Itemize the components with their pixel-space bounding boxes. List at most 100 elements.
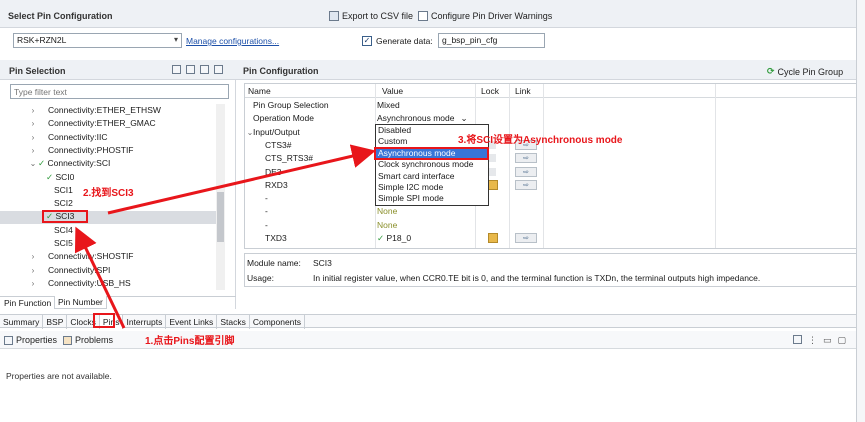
pin-configuration-panel: Pin Configuration ⟳ Cycle Pin Group Name… (236, 60, 865, 309)
tree-item[interactable]: › Connectivity:ETHER_ETHSW (28, 104, 161, 117)
chevron-right-icon[interactable]: › (28, 250, 38, 263)
list-icon[interactable] (172, 65, 181, 74)
tree-item[interactable]: › Connectivity:SPI (28, 264, 111, 277)
tree-scrollbar-thumb[interactable] (217, 192, 224, 242)
tree-item[interactable]: SCI5 (46, 237, 73, 250)
row-name: - (265, 206, 268, 217)
annotation-highlight-pins (93, 313, 115, 328)
lock-toggle[interactable] (489, 154, 496, 163)
tree-item[interactable]: SCI4 (46, 224, 73, 237)
export-csv-button[interactable]: Export to CSV file (329, 11, 413, 21)
lock-toggle[interactable] (489, 167, 496, 176)
cycle-icon: ⟳ (767, 66, 775, 76)
tree-item[interactable]: SCI2 (46, 197, 73, 210)
tab-pin-function[interactable]: Pin Function (4, 298, 51, 308)
tab-pin-number[interactable]: Pin Number (54, 296, 107, 309)
tree-item[interactable]: › Connectivity:ETHER_GMAC (28, 117, 156, 130)
tree-scrollbar[interactable] (216, 104, 225, 290)
tree-item[interactable]: › Connectivity:IIC (28, 131, 108, 144)
table-row[interactable]: DE3 ⇨ (245, 166, 856, 179)
dropdown-option[interactable]: Smart card interface (376, 171, 488, 182)
row-name: TXD3 (265, 233, 287, 243)
grid-rows: Pin Group Selection Mixed Operation Mode As… (245, 99, 856, 248)
tree-item-label: Connectivity:SPI (48, 264, 111, 275)
chevron-right-icon[interactable]: › (28, 144, 38, 157)
table-row[interactable]: CTS_RTS3# ⇨ (245, 152, 856, 165)
configure-driver-warnings-button[interactable]: Configure Pin Driver Warnings (418, 11, 552, 21)
tab-problems[interactable]: Problems (63, 335, 113, 345)
dropdown-option[interactable]: Simple SPI mode (376, 193, 488, 204)
pin-view-icon[interactable] (793, 335, 802, 344)
column-name: Name (248, 86, 271, 96)
chevron-right-icon[interactable]: › (28, 104, 38, 117)
tree-row-selected-bg (0, 211, 216, 224)
chevron-right-icon[interactable]: › (28, 277, 38, 290)
tree-item[interactable]: ⌄ ✓ Connectivity:SCI (28, 157, 111, 170)
filter-input[interactable] (10, 84, 229, 99)
filter-text-field[interactable] (11, 85, 228, 98)
tab-interrupts[interactable]: Interrupts (123, 315, 167, 329)
tab-properties[interactable]: Properties (4, 335, 57, 345)
properties-empty-text: Properties are not available. (6, 371, 112, 381)
table-row[interactable]: -None (245, 205, 856, 218)
row-value: ✓ P18_0 (377, 233, 412, 243)
row-name: DE3 (265, 166, 282, 177)
chevron-down-icon[interactable]: ⌄ (28, 157, 38, 170)
tab-components[interactable]: Components (250, 315, 306, 329)
row-name: Input/Output (253, 126, 300, 137)
collapse-all-icon[interactable] (200, 65, 209, 74)
row-name: RXD3 (265, 179, 288, 190)
properties-view-header (0, 331, 865, 349)
module-name-label: Module name: (247, 258, 301, 268)
link-button[interactable]: ⇨ (515, 166, 537, 177)
expand-all-icon[interactable] (186, 65, 195, 74)
view-menu-icon[interactable]: ⋮ (808, 335, 817, 346)
pin-config-title: Pin Configuration (243, 66, 319, 76)
maximize-icon[interactable]: ▢ (838, 335, 847, 346)
manage-configurations-link[interactable]: Manage configurations... (186, 36, 279, 46)
generate-data-checkbox[interactable]: ✓ (362, 36, 372, 46)
tree-item[interactable]: ✓ SCI0 (46, 171, 74, 184)
dropdown-option[interactable]: Simple I2C mode (376, 182, 488, 193)
table-row[interactable]: -None (245, 192, 856, 205)
chevron-right-icon[interactable]: › (28, 264, 38, 277)
module-name-value: SCI3 (313, 258, 332, 268)
chevron-right-icon[interactable]: › (28, 117, 38, 130)
annotation-highlight-async (374, 147, 489, 160)
table-row[interactable]: Operation Mode Asynchronous mode ⌄ (245, 112, 856, 125)
config-select[interactable]: RSK+RZN2L ▾ (13, 33, 182, 48)
pin-selection-tabs: Pin Function Pin Number (0, 296, 236, 309)
lock-icon[interactable] (488, 179, 498, 190)
tab-bsp[interactable]: BSP (43, 315, 68, 329)
tree-item[interactable]: › Connectivity:PHOSTIF (28, 144, 134, 157)
cycle-pin-group-button[interactable]: ⟳ Cycle Pin Group (767, 66, 843, 77)
row-name: CTS_RTS3# (265, 153, 314, 164)
generate-data-input[interactable]: g_bsp_pin_cfg (438, 33, 545, 48)
view-toolbar: ⋮ ▭ ▢ (793, 335, 846, 346)
usage-value: In initial register value, when CCR0.TE … (313, 273, 761, 283)
table-row[interactable]: -None (245, 219, 856, 232)
tree-item[interactable]: › Connectivity:USB_HS (28, 277, 131, 290)
table-row[interactable]: TXD3 ✓ P18_0 ⇨ (245, 232, 856, 245)
row-value: Mixed (377, 100, 400, 110)
table-row[interactable]: Pin Group Selection Mixed (245, 99, 856, 112)
tab-stacks[interactable]: Stacks (217, 315, 250, 329)
tree-item[interactable]: SCI1 (46, 184, 73, 197)
table-row[interactable]: RXD3 ⇨ (245, 179, 856, 192)
dropdown-option[interactable]: Clock synchronous mode (376, 159, 488, 170)
tab-summary[interactable]: Summary (0, 315, 44, 329)
minimize-icon[interactable]: ▭ (823, 335, 832, 346)
tree-item[interactable]: › Connectivity:SHOSTIF (28, 250, 134, 263)
module-info-panel: Module name: SCI3 Usage: In initial regi… (244, 253, 857, 287)
row-name: - (265, 193, 268, 204)
row-name: Pin Group Selection (253, 100, 329, 110)
link-button[interactable]: ⇨ (515, 233, 537, 243)
chevron-right-icon[interactable]: › (28, 131, 38, 144)
link-button[interactable]: ⇨ (515, 153, 537, 164)
lock-icon[interactable] (488, 233, 498, 243)
filter-icon[interactable] (214, 65, 223, 74)
tab-event-links[interactable]: Event Links (166, 315, 218, 329)
generate-data-label: Generate data: (376, 36, 433, 46)
link-button[interactable]: ⇨ (515, 179, 537, 190)
column-lock: Lock (481, 86, 499, 96)
